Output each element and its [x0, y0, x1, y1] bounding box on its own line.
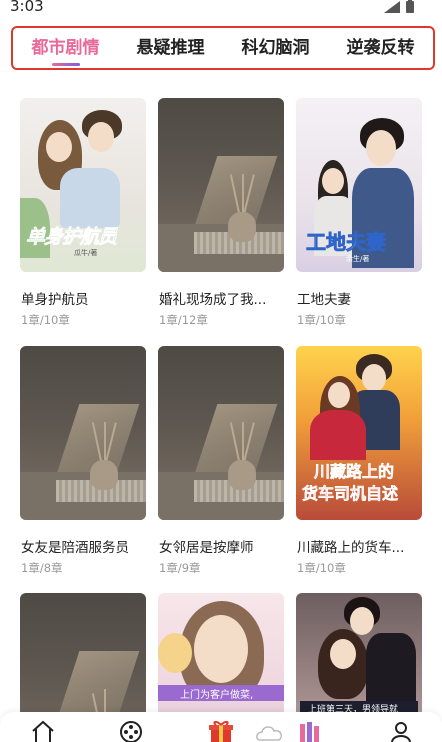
cover-vase — [228, 212, 256, 242]
status-icons — [384, 0, 414, 13]
nav-profile[interactable] — [386, 720, 416, 742]
cloud-icon — [256, 726, 282, 741]
cover-title: 货车司机自述 — [302, 484, 399, 504]
chapter-count: 1章/12章 — [159, 313, 208, 327]
book-cover[interactable]: 川藏路上的 货车司机自述 — [296, 346, 422, 520]
cover-light — [56, 651, 140, 721]
tab-comeback[interactable]: 逆袭反转 — [328, 28, 433, 68]
nav-bookshelf[interactable] — [296, 720, 326, 742]
cover-author: 余生/著 — [346, 255, 370, 263]
nav-theater[interactable] — [116, 720, 146, 742]
signal-icon — [384, 0, 400, 13]
cover-author: 瓜牛/著 — [74, 249, 98, 257]
cover-vase — [228, 460, 256, 490]
nav-cloud[interactable] — [256, 720, 286, 742]
book-card[interactable]: 川藏路上的 货车司机自述 川藏路上的货车... 1章/10章 — [296, 346, 422, 575]
gift-icon — [209, 721, 233, 742]
chapter-count: 1章/9章 — [159, 561, 201, 575]
cover-tagline: 上门为客户做菜, — [180, 690, 254, 701]
book-cover-placeholder[interactable] — [158, 98, 284, 272]
battery-icon — [406, 0, 414, 13]
cover-title: 单身护航员 — [26, 226, 118, 249]
cover-figure — [362, 364, 386, 392]
book-card[interactable]: 女邻居是按摩师 1章/9章 — [158, 346, 284, 575]
book-title: 单身护航员 — [21, 292, 89, 308]
book-title: 女友是陪酒服务员 — [21, 540, 129, 556]
tab-label: 悬疑推理 — [136, 38, 205, 58]
active-tab-indicator — [51, 63, 80, 66]
chapter-count: 1章/8章 — [21, 561, 63, 575]
cover-figure — [194, 615, 248, 683]
home-icon — [32, 720, 54, 742]
tab-mystery[interactable]: 悬疑推理 — [118, 28, 223, 68]
cover-figure — [310, 410, 366, 460]
tab-scifi[interactable]: 科幻脑洞 — [223, 28, 328, 68]
nav-welfare[interactable] — [206, 720, 236, 742]
profile-icon — [391, 722, 411, 742]
cover-figure — [366, 633, 416, 703]
status-time: 3:03 — [10, 0, 44, 15]
nav-home[interactable] — [28, 720, 58, 742]
book-card[interactable]: 单身护航员 瓜牛/著 单身护航员 1章/10章 — [20, 98, 146, 327]
tab-label: 都市剧情 — [31, 38, 100, 58]
book-card[interactable]: 女友是陪酒服务员 1章/8章 — [20, 346, 146, 575]
cover-figure — [88, 122, 114, 152]
cover-figure — [46, 132, 72, 162]
status-bar: 3:03 — [0, 0, 442, 20]
book-cover-placeholder[interactable] — [20, 346, 146, 520]
tab-urban-drama[interactable]: 都市剧情 — [13, 28, 118, 68]
chapter-count: 1章/10章 — [297, 313, 346, 327]
book-title: 女邻居是按摩师 — [159, 540, 254, 556]
book-title: 川藏路上的货车... — [297, 540, 405, 556]
book-card[interactable]: 婚礼现场成了我... 1章/12章 — [158, 98, 284, 327]
cover-figure — [350, 607, 374, 635]
cover-title: 工地夫妻 — [306, 230, 387, 255]
cover-figure — [328, 382, 350, 408]
cover-figure — [60, 168, 120, 228]
chapter-count: 1章/10章 — [297, 561, 346, 575]
book-title: 婚礼现场成了我... — [159, 292, 267, 308]
cover-figure — [330, 639, 356, 669]
book-cover[interactable]: 单身护航员 瓜牛/著 — [20, 98, 146, 272]
cover-figure — [366, 130, 396, 166]
chapter-count: 1章/10章 — [21, 313, 70, 327]
bookshelf-icon — [300, 722, 319, 742]
film-reel-icon — [120, 721, 142, 742]
cover-figure — [322, 168, 344, 194]
bottom-nav — [0, 712, 442, 742]
cover-flower — [158, 633, 192, 673]
book-card[interactable]: 工地夫妻 余生/著 工地夫妻 1章/10章 — [296, 98, 422, 327]
cover-title: 川藏路上的 — [314, 462, 395, 482]
category-tab-bar: 都市剧情 悬疑推理 科幻脑洞 逆袭反转 — [11, 26, 435, 70]
tab-label: 科幻脑洞 — [241, 38, 310, 58]
book-cover-placeholder[interactable] — [158, 346, 284, 520]
book-title: 工地夫妻 — [297, 292, 351, 308]
cover-vase — [90, 460, 118, 490]
book-cover[interactable]: 工地夫妻 余生/著 — [296, 98, 422, 272]
tab-label: 逆袭反转 — [346, 38, 415, 58]
